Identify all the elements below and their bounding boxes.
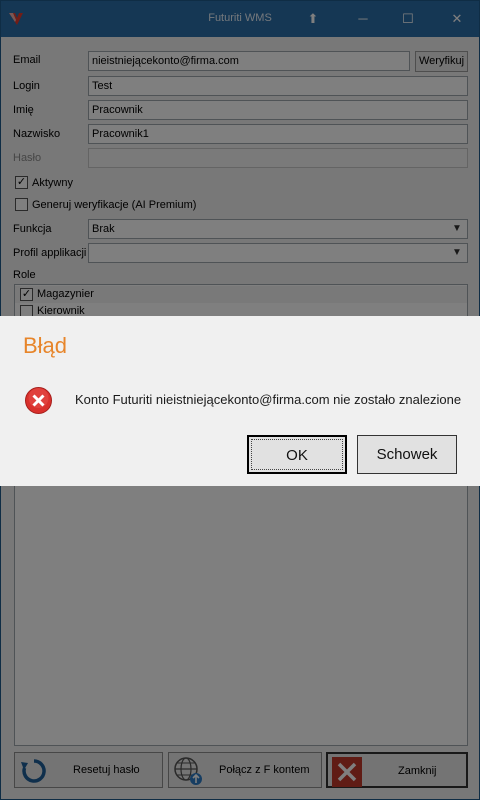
clipboard-button[interactable]: Schowek: [357, 435, 457, 474]
ok-button[interactable]: OK: [247, 435, 347, 474]
dialog-title: Błąd: [23, 333, 68, 358]
error-icon: [25, 387, 52, 414]
dialog-message: Konto Futuriti nieistniejącekonto@firma.…: [75, 392, 462, 407]
error-dialog: Błąd Konto Futuriti nieistniejącekonto@f…: [0, 316, 480, 486]
